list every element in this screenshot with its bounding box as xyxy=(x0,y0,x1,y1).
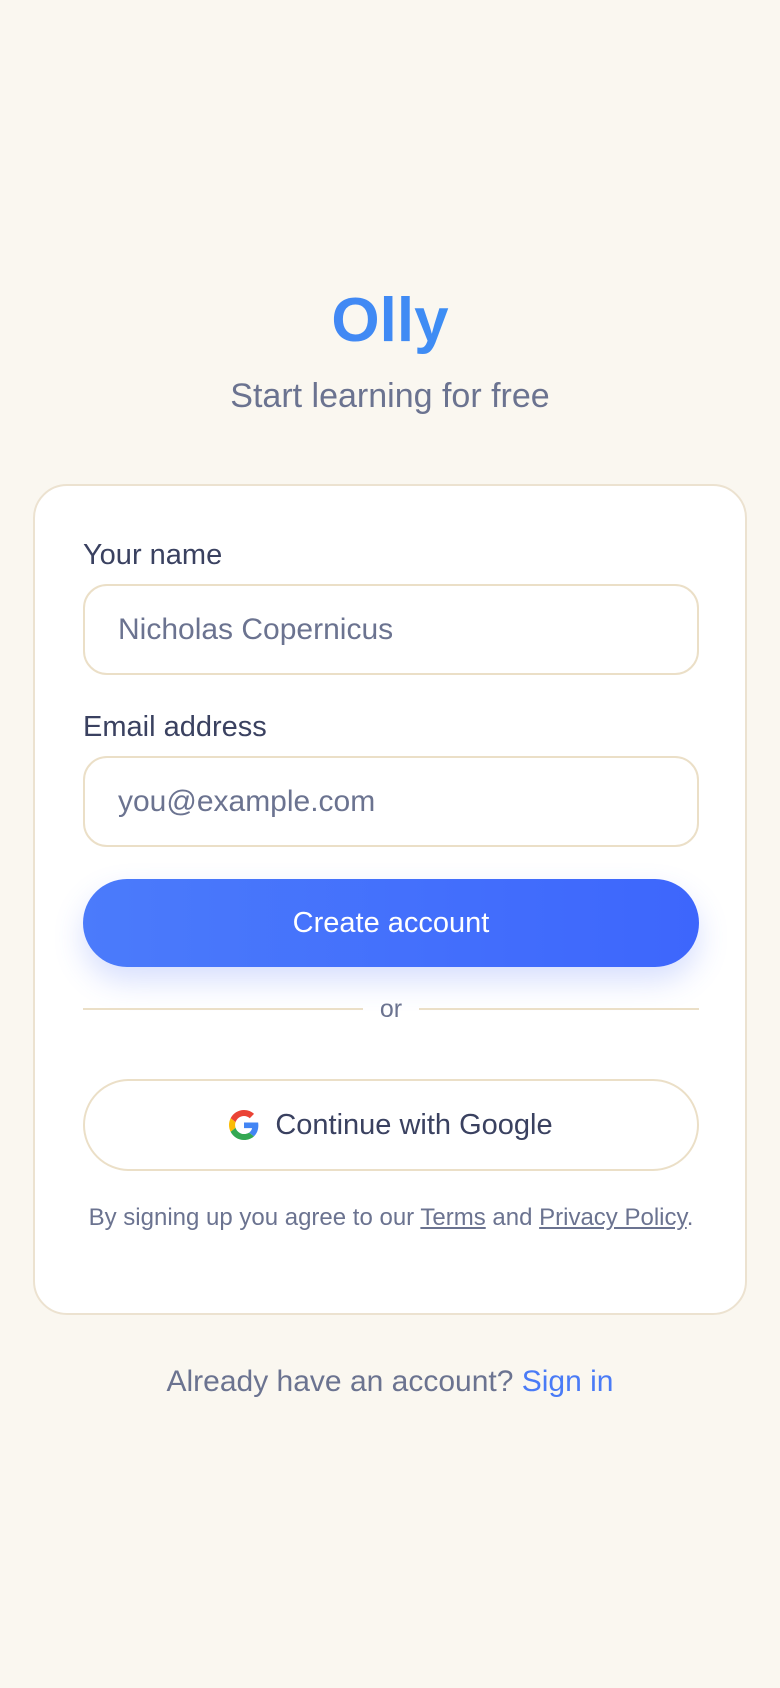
privacy-policy-link[interactable]: Privacy Policy xyxy=(539,1204,687,1231)
name-field-label: Your name xyxy=(83,539,223,571)
page-tagline: Start learning for free xyxy=(230,377,550,415)
name-input[interactable] xyxy=(83,584,699,675)
terms-link[interactable]: Terms xyxy=(420,1204,485,1231)
google-button-label: Continue with Google xyxy=(275,1108,553,1141)
google-icon xyxy=(229,1110,259,1140)
email-field-label: Email address xyxy=(83,711,267,743)
signin-prompt-text: Already have an account? xyxy=(166,1365,522,1398)
signup-page: Olly Start learning for free Your name E… xyxy=(0,0,780,1688)
continue-with-google-button[interactable]: Continue with Google xyxy=(83,1079,699,1171)
brand-logo-wordmark: Olly xyxy=(0,283,780,359)
create-account-button[interactable]: Create account xyxy=(83,879,699,967)
sign-in-link[interactable]: Sign in xyxy=(522,1365,614,1398)
signin-prompt: Already have an account? Sign in xyxy=(0,1362,780,1402)
email-input[interactable] xyxy=(83,756,699,847)
legal-prefix: By signing up you agree to our xyxy=(88,1204,421,1231)
signup-card: Your name Email address Create account o… xyxy=(33,484,747,1315)
legal-conjunction: and xyxy=(485,1204,540,1231)
divider-line-right xyxy=(419,1008,699,1010)
or-divider: or xyxy=(83,989,699,1029)
legal-notice: By signing up you agree to our Terms and… xyxy=(83,1202,699,1234)
legal-suffix: . xyxy=(686,1204,694,1231)
